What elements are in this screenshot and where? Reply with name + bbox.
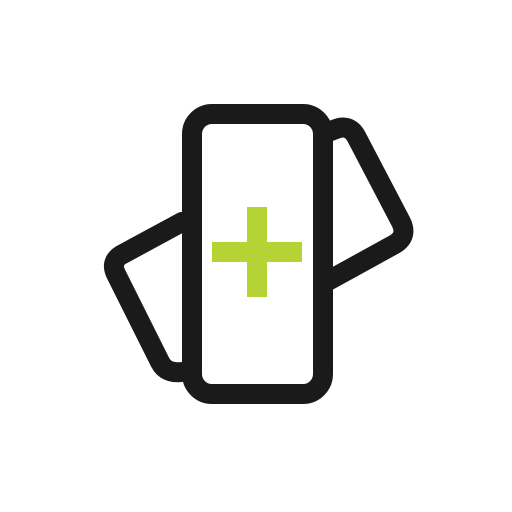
rotate-device-add-icon (103, 104, 414, 404)
plus-horizontal-bar (212, 242, 302, 262)
icon-canvas (0, 0, 512, 512)
